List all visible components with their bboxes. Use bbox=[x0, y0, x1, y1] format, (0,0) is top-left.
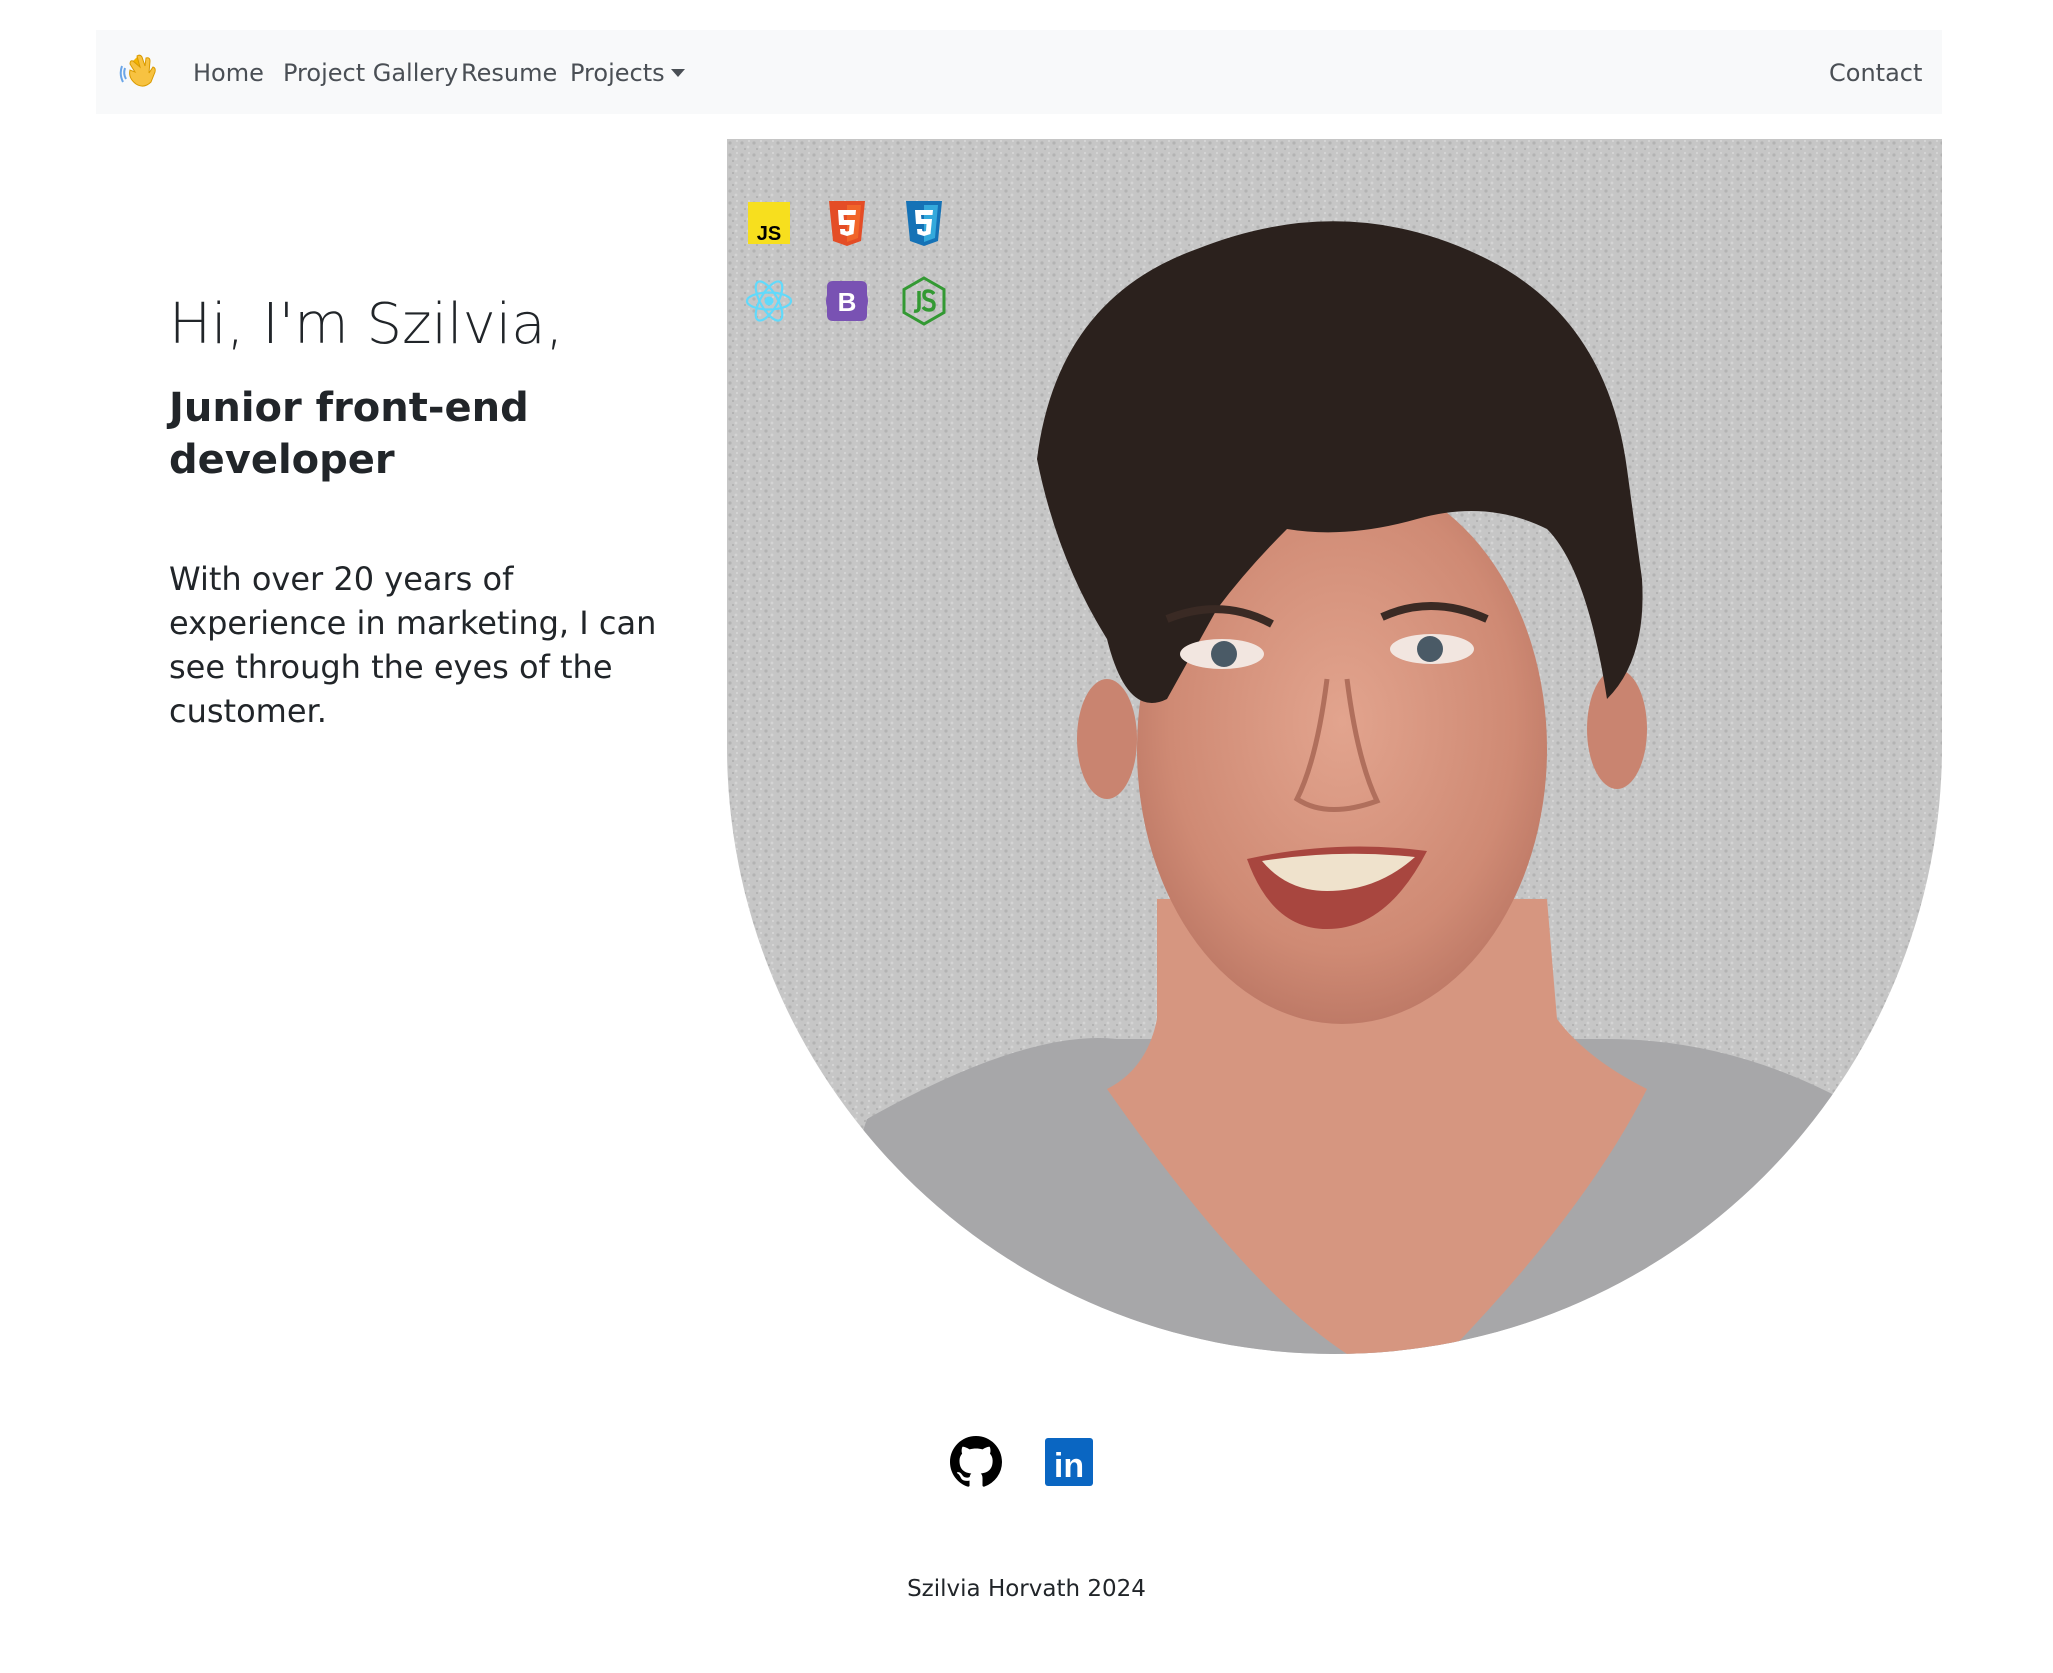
nodejs-icon bbox=[898, 275, 950, 327]
html5-icon bbox=[821, 197, 873, 249]
navbar: Home Project Gallery Resume Projects Con… bbox=[96, 30, 1942, 114]
caret-down-icon bbox=[670, 69, 685, 77]
nav-resume-link[interactable]: Resume bbox=[461, 58, 557, 88]
nav-home-link[interactable]: Home bbox=[193, 58, 264, 88]
hero-greeting: Hi, I'm Szilvia, bbox=[169, 292, 564, 357]
waving-hand-icon[interactable] bbox=[118, 48, 164, 94]
hero-role: Junior front-end developer bbox=[169, 385, 529, 483]
linkedin-logo-text: in bbox=[1054, 1447, 1084, 1485]
bootstrap-icon: B bbox=[821, 275, 873, 327]
nav-projects-dropdown[interactable]: Projects bbox=[570, 58, 685, 88]
nav-contact-link[interactable]: Contact bbox=[1829, 58, 1922, 88]
github-icon[interactable] bbox=[950, 1436, 1002, 1488]
nav-project-gallery-link[interactable]: Project Gallery bbox=[283, 58, 458, 88]
react-icon bbox=[743, 275, 795, 327]
footer-copyright: Szilvia Horvath 2024 bbox=[907, 1576, 1146, 1602]
linkedin-icon[interactable]: in bbox=[1043, 1436, 1095, 1488]
bootstrap-badge-text: B bbox=[838, 287, 857, 317]
js-badge-text: JS bbox=[757, 223, 781, 245]
css3-icon bbox=[898, 197, 950, 249]
javascript-icon: JS bbox=[743, 197, 795, 249]
nav-projects-label: Projects bbox=[570, 59, 665, 87]
hero-description: With over 20 years of experience in mark… bbox=[169, 560, 657, 730]
